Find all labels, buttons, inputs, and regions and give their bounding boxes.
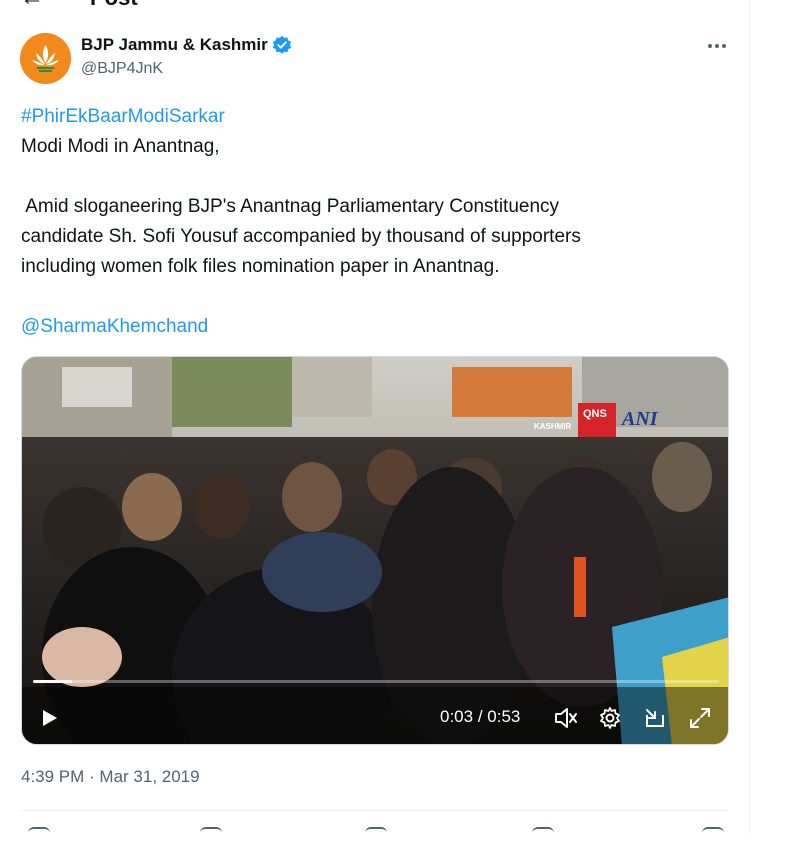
more-horizontal-icon[interactable] xyxy=(704,36,730,56)
video-progress-fill xyxy=(33,680,73,683)
duration: 0:53 xyxy=(487,707,521,726)
video-player[interactable]: KASHMIR QNS ANI 0:03 / 0:53 xyxy=(21,356,729,745)
hashtag-link[interactable]: #PhirEkBaarModiSarkar xyxy=(21,102,721,132)
post-timestamp[interactable]: 4:39 PM · Mar 31, 2019 xyxy=(21,767,200,787)
post-line: including women folk files nomination pa… xyxy=(21,256,500,277)
more-dot xyxy=(715,44,719,48)
avatar[interactable] xyxy=(20,33,71,84)
fullscreen-icon[interactable] xyxy=(687,705,713,731)
mute-icon[interactable] xyxy=(553,705,579,731)
video-progress-bar[interactable] xyxy=(33,680,719,683)
author-name-text: BJP Jammu & Kashmir xyxy=(81,35,268,54)
author-handle[interactable]: @BJP4JnK xyxy=(81,60,163,78)
post-text: #PhirEkBaarModiSarkar Modi Modi in Anant… xyxy=(21,102,721,342)
current-time: 0:03 xyxy=(440,707,474,726)
video-frame: KASHMIR QNS ANI xyxy=(22,357,728,744)
verified-badge-icon xyxy=(272,35,291,54)
play-icon[interactable] xyxy=(36,705,62,731)
video-time: 0:03 / 0:53 xyxy=(440,707,520,727)
arrow-left-icon[interactable]: ← xyxy=(20,0,44,12)
more-dot xyxy=(722,44,726,48)
time-separator: / xyxy=(473,707,488,726)
pip-icon[interactable] xyxy=(642,705,668,731)
more-dot xyxy=(708,44,712,48)
settings-icon[interactable] xyxy=(597,705,623,731)
post-line: candidate Sh. Sofi Yousuf accompanied by… xyxy=(21,226,581,247)
page-title: Post xyxy=(90,0,138,11)
bookmark-icon[interactable] xyxy=(532,827,554,839)
post-actions xyxy=(20,822,728,842)
repost-icon[interactable] xyxy=(200,827,222,839)
post-line: Amid sloganeering BJP's Anantnag Parliam… xyxy=(21,196,560,217)
post-line: Modi Modi in Anantnag, xyxy=(21,136,220,157)
svg-text:ANI: ANI xyxy=(620,408,659,430)
reply-icon[interactable] xyxy=(28,827,50,839)
video-controls: 0:03 / 0:53 xyxy=(22,697,728,737)
mention-link[interactable]: @SharmaKhemchand xyxy=(21,312,721,342)
divider xyxy=(20,810,728,811)
post-detail-column: ← Post BJP Jammu & Kashmir @BJP4JnK #Phi… xyxy=(0,0,750,833)
author-name[interactable]: BJP Jammu & Kashmir xyxy=(81,35,292,55)
share-icon[interactable] xyxy=(702,827,724,839)
page-header: ← Post xyxy=(20,0,138,12)
svg-text:QNS: QNS xyxy=(583,408,607,420)
lotus-logo-icon xyxy=(20,33,71,84)
svg-text:KASHMIR: KASHMIR xyxy=(534,422,572,431)
like-icon[interactable] xyxy=(365,827,387,839)
